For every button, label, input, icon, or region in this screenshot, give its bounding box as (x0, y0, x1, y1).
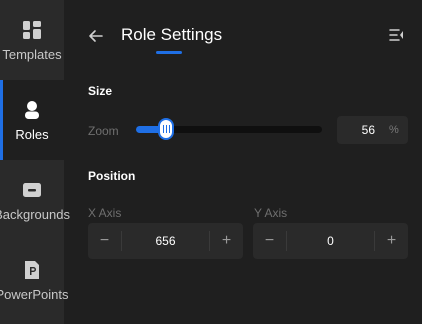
panel-header: Role Settings (64, 0, 422, 64)
zoom-label: Zoom (88, 124, 119, 138)
zoom-value-box: % (337, 116, 408, 144)
backgrounds-icon (21, 179, 43, 201)
zoom-slider-handle[interactable] (158, 118, 174, 140)
sidebar-item-powerpoints[interactable]: PowerPoints (0, 240, 69, 320)
collapse-panel-icon[interactable] (388, 26, 406, 44)
back-arrow-icon[interactable] (86, 26, 106, 46)
powerpoints-icon (21, 259, 43, 281)
x-axis-increment-button[interactable]: + (209, 231, 243, 251)
sidebar-item-label: Roles (15, 126, 49, 142)
zoom-slider[interactable] (136, 118, 322, 140)
sidebar-item-roles[interactable]: Roles (0, 80, 64, 160)
zoom-input[interactable] (337, 116, 375, 144)
role-settings-panel: Role Settings Size Zoom % Position X Axi… (64, 0, 422, 324)
sidebar-item-label: Backgrounds (0, 206, 70, 222)
x-axis-stepper: − + (88, 223, 243, 259)
templates-icon (21, 19, 43, 41)
size-section-label: Size (88, 84, 113, 98)
title-underline (156, 51, 182, 54)
x-axis-label: X Axis (88, 206, 122, 220)
y-axis-decrement-button[interactable]: − (253, 231, 287, 251)
sidebar-item-label: Templates (2, 46, 62, 62)
y-axis-input[interactable] (287, 223, 374, 259)
x-axis-input[interactable] (122, 223, 209, 259)
zoom-unit: % (389, 124, 399, 136)
sidebar-item-label: PowerPoints (0, 286, 69, 302)
position-section-label: Position (88, 169, 136, 183)
y-axis-increment-button[interactable]: + (374, 231, 408, 251)
sidebar-item-templates[interactable]: Templates (0, 0, 64, 80)
y-axis-stepper: − + (253, 223, 408, 259)
page-title: Role Settings (121, 25, 223, 44)
y-axis-label: Y Axis (254, 206, 288, 220)
sidebar: Templates Roles Backgrounds PowerPoints (0, 0, 70, 324)
sidebar-item-backgrounds[interactable]: Backgrounds (0, 160, 70, 240)
roles-icon (21, 99, 43, 121)
x-axis-decrement-button[interactable]: − (88, 231, 122, 251)
